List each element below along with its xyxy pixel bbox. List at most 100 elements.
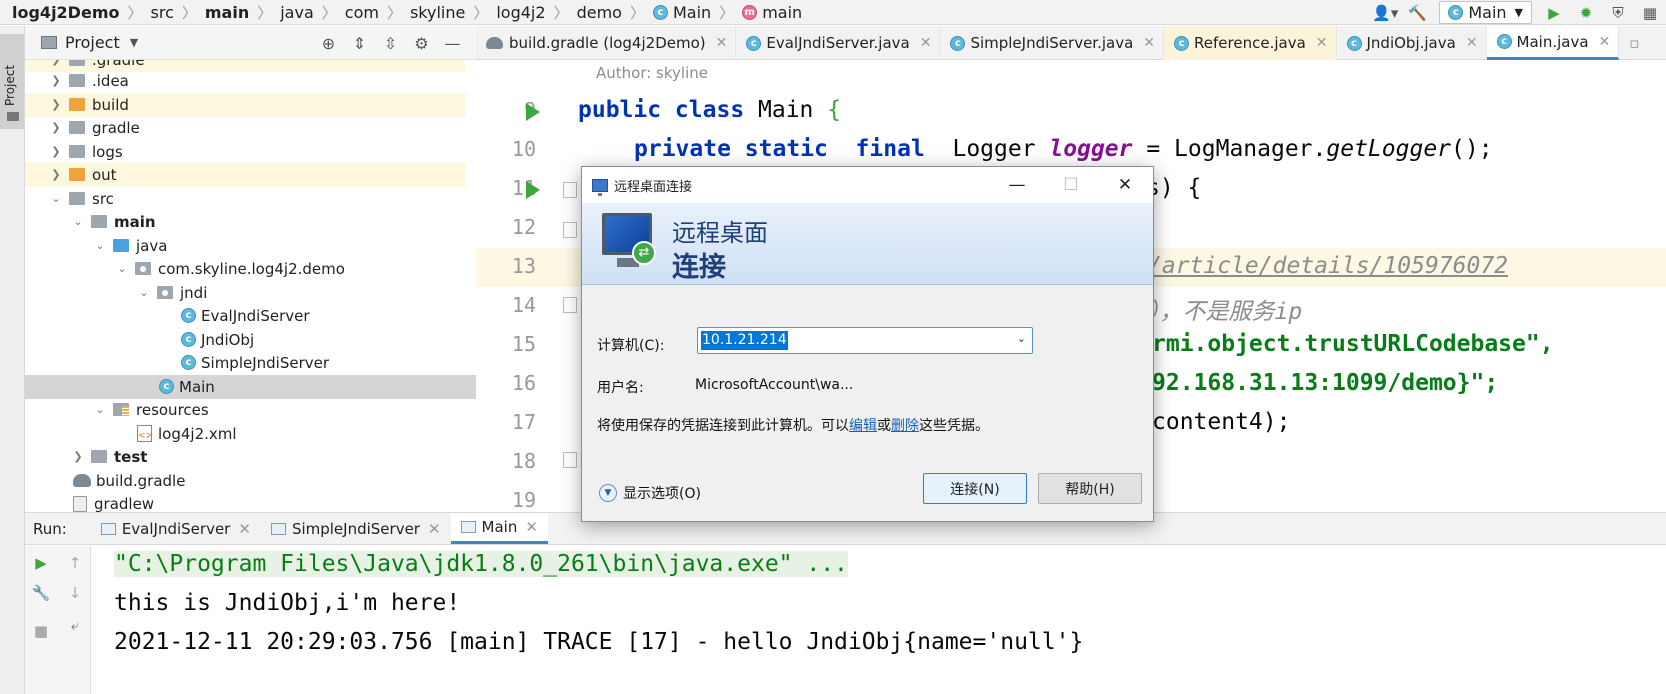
tab-build-gradle[interactable]: build.gradle (log4j2Demo) ✕ [476,26,737,60]
breadcrumb-src[interactable]: src [151,0,174,25]
tree-item-main-class[interactable]: c Main [25,375,476,399]
up-arrow-icon[interactable]: ↑ [59,554,91,572]
chevron-right-icon[interactable]: ❯ [71,450,85,463]
tab-evaljndiserver[interactable]: c EvalJndiServer.java ✕ [736,26,941,60]
tree-item-jndi[interactable]: ⌄ jndi [25,281,465,305]
tree-item-package[interactable]: ⌄ com.skyline.log4j2.demo [25,257,465,281]
chevron-down-icon[interactable]: ⌄ [71,215,85,228]
close-icon[interactable]: ✕ [920,35,932,51]
run-icon[interactable]: ▶ [25,554,57,572]
tab-main[interactable]: c Main.java ✕ [1486,26,1620,60]
show-options-toggle[interactable]: ▼ 显示选项(O) [599,483,701,503]
tab-overflow[interactable]: ▫ [1619,26,1647,60]
debug-icon[interactable]: ✹ [1570,0,1602,25]
tree-item-out[interactable]: ❯ out [25,163,465,187]
close-icon[interactable]: ✕ [428,520,441,538]
down-arrow-icon[interactable]: ↓ [59,584,91,602]
wrench-icon[interactable]: 🔧 [25,584,57,602]
tree-item-gradlew[interactable]: gradlew [25,492,465,512]
tree-item-log4j2-xml[interactable]: <> log4j2.xml [25,422,465,446]
tree-item-jndiobj[interactable]: c JndiObj [25,328,465,352]
chevron-down-icon[interactable]: ⌄ [49,192,63,205]
edit-credentials-link[interactable]: 编辑 [849,418,877,434]
help-button[interactable]: 帮助(H) [1038,473,1142,504]
tab-simplejndiserver[interactable]: c SimpleJndiServer.java ✕ [940,26,1165,60]
close-icon[interactable]: ✕ [1599,34,1611,50]
close-button[interactable]: ✕ [1098,167,1152,203]
tree-item-evaljndiserver[interactable]: c EvalJndiServer [25,304,465,328]
minimize-icon[interactable]: — [437,34,468,53]
breadcrumb-project[interactable]: log4j2Demo [12,0,119,25]
tree-item-test[interactable]: ❯ test [25,445,465,469]
chevron-down-icon[interactable]: ⌄ [93,403,107,416]
computer-input[interactable]: 10.1.21.214 [701,331,788,350]
maximize-button[interactable]: ☐ [1044,167,1098,203]
fold-icon[interactable] [563,222,577,238]
tree-item-logs[interactable]: ❯ logs [25,140,465,164]
chevron-down-icon[interactable]: ⌄ [93,239,107,252]
chevron-down-icon[interactable]: ⌄ [1017,332,1026,345]
project-panel-title[interactable]: Project [65,33,120,52]
tab-reference[interactable]: c Reference.java ✕ [1164,26,1337,60]
chevron-right-icon[interactable]: ❯ [49,145,63,158]
locate-icon[interactable]: ⊕ [313,34,344,53]
run-gutter-icon[interactable] [526,181,540,199]
tree-item-idea[interactable]: ❯ .idea [25,69,465,93]
breadcrumb-class-main[interactable]: c Main [652,0,711,25]
gear-icon[interactable]: ⚙ [406,34,437,53]
chevron-right-icon[interactable]: ❯ [49,74,63,87]
dialog-titlebar[interactable]: 远程桌面连接 — ☐ ✕ [582,167,1153,203]
fold-icon[interactable] [563,297,577,313]
collapse-icon[interactable]: ⇳ [375,34,406,53]
run-icon[interactable]: ▶ [1538,0,1570,25]
more-icon[interactable]: ▦ [1634,0,1666,25]
tree-item-build[interactable]: ❯ build [25,93,465,117]
tree-item-main[interactable]: ⌄ main [25,210,465,234]
breadcrumb-java[interactable]: java [280,0,314,25]
chevron-right-icon[interactable]: ❯ [49,98,63,111]
close-icon[interactable]: ✕ [1466,35,1478,51]
breadcrumb-skyline[interactable]: skyline [410,0,465,25]
fold-icon[interactable] [563,452,577,468]
run-tab-evaljndiserver[interactable]: EvalJndiServer ✕ [91,513,261,544]
chevron-right-icon[interactable]: ❯ [49,168,63,181]
close-icon[interactable]: ✕ [525,518,538,536]
hammer-icon[interactable]: 🔨 [1401,0,1433,25]
chevron-down-icon[interactable]: ⌄ [137,286,151,299]
close-icon[interactable]: ✕ [716,35,728,51]
coverage-icon[interactable]: ⛨ [1602,0,1634,25]
tree-item-build-gradle[interactable]: build.gradle [25,469,465,493]
breadcrumb-demo[interactable]: demo [577,0,622,25]
tree-item-resources[interactable]: ⌄ resources [25,398,465,422]
console-output[interactable]: "C:\Program Files\Java\jdk1.8.0_261\bin\… [92,546,1666,694]
chevron-down-icon[interactable]: ⌄ [115,262,129,275]
computer-combobox[interactable]: 10.1.21.214 ⌄ [697,327,1033,354]
run-configuration-select[interactable]: c Main ▼ [1439,1,1532,24]
breadcrumb-method-main[interactable]: m main [742,0,802,25]
breadcrumb-com[interactable]: com [345,0,379,25]
minimize-button[interactable]: — [990,167,1044,203]
run-tab-simplejndiserver[interactable]: SimpleJndiServer ✕ [261,513,451,544]
chevron-down-icon[interactable]: ▼ [130,36,138,49]
user-icon[interactable]: 👤▾ [1369,0,1401,25]
breadcrumb-log4j2[interactable]: log4j2 [496,0,545,25]
run-tab-main[interactable]: Main ✕ [450,513,548,544]
tab-jndiobj[interactable]: c JndiObj.java ✕ [1337,26,1487,60]
run-gutter-icon[interactable] [526,103,540,121]
soft-wrap-icon[interactable]: ⤶ [59,616,91,634]
fold-icon[interactable] [563,182,577,198]
chevron-right-icon[interactable]: ❯ [49,121,63,134]
close-icon[interactable]: ✕ [1316,35,1328,51]
tree-item-src[interactable]: ⌄ src [25,187,465,211]
tree-item-gradle[interactable]: ❯ gradle [25,116,465,140]
breadcrumb-main[interactable]: main [205,0,249,25]
close-icon[interactable]: ✕ [1143,35,1155,51]
chevron-right-icon[interactable]: ❯ [49,60,63,66]
stop-icon[interactable]: ■ [25,622,57,640]
tree-item-java[interactable]: ⌄ java [25,234,465,258]
close-icon[interactable]: ✕ [238,520,251,538]
connect-button[interactable]: 连接(N) [923,473,1027,504]
expand-icon[interactable]: ⇕ [344,34,375,53]
delete-credentials-link[interactable]: 删除 [891,418,919,434]
tree-item-simplejndiserver[interactable]: c SimpleJndiServer [25,351,465,375]
